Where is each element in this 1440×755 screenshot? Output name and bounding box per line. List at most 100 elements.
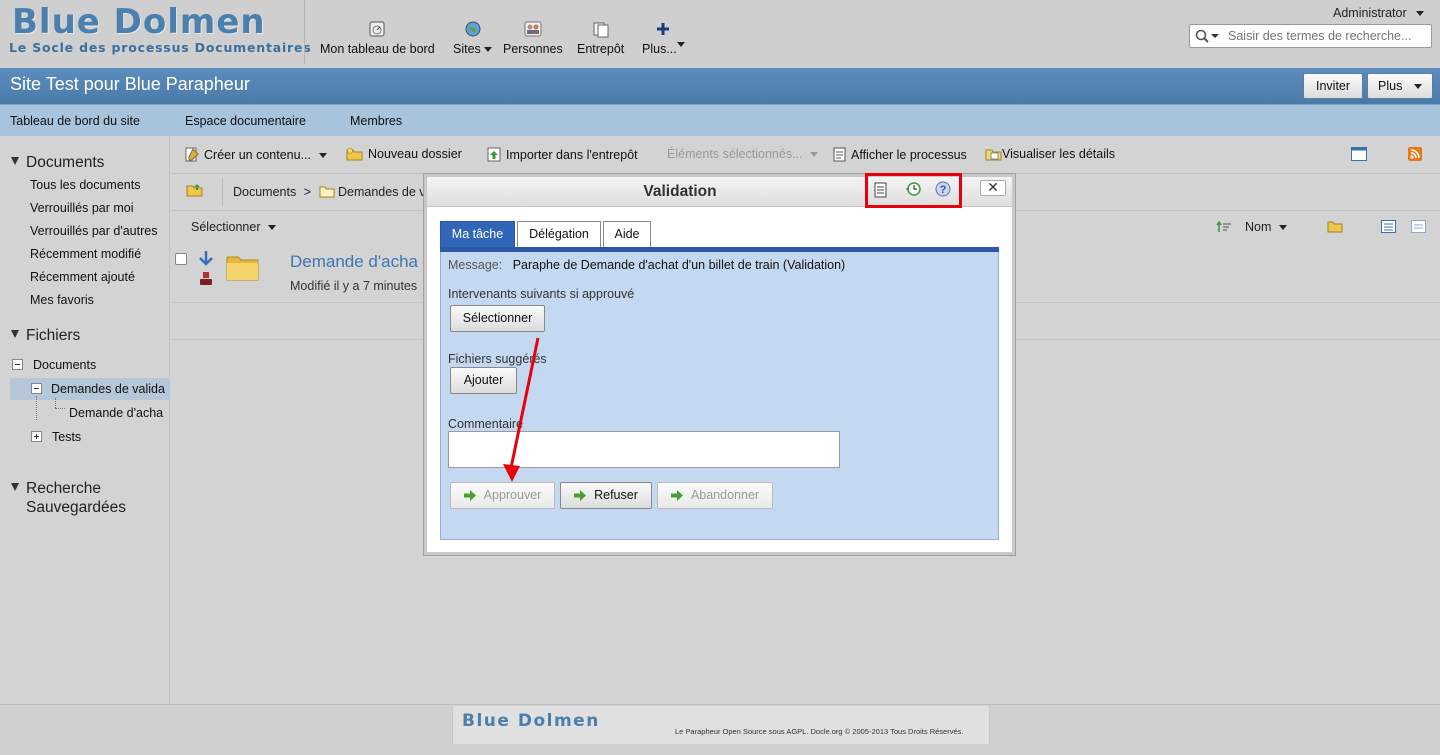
item-checkbox[interactable] [175, 253, 187, 265]
filter-locked-by-others[interactable]: Verrouillés par d'autres [30, 224, 157, 238]
rss-icon[interactable] [1408, 147, 1422, 161]
search-input[interactable] [1228, 28, 1426, 44]
breadcrumb-root[interactable]: Documents [233, 185, 296, 199]
nav-repository-label: Entrepôt [577, 42, 625, 56]
arrow-right-icon [574, 490, 587, 501]
saved-search-label-1: Recherche [26, 480, 101, 497]
show-details-label: Visualiser les détails [1002, 147, 1116, 161]
selected-items-label: Éléments sélectionnés... [667, 147, 803, 161]
layout-toggle-icon[interactable] [1351, 147, 1367, 161]
site-more-button[interactable]: Plus [1367, 73, 1433, 99]
invite-button[interactable]: Inviter [1303, 73, 1364, 99]
breadcrumb-current[interactable]: Demandes de v [338, 185, 426, 199]
chevron-down-icon [1413, 84, 1422, 90]
filter-recently-modified[interactable]: Récemment modifié [30, 247, 141, 261]
nav-sites-label: Sites [453, 42, 481, 56]
site-nav-documents[interactable]: Espace documentaire [185, 114, 306, 128]
filter-recently-added[interactable]: Récemment ajouté [30, 270, 135, 284]
expand-icon [11, 330, 19, 338]
files-heading[interactable]: Fichiers [11, 327, 80, 345]
filter-favorites[interactable]: Mes favoris [30, 293, 94, 307]
breadcrumb-path: Documents > Demandes de v [233, 185, 426, 199]
new-folder-icon [346, 148, 363, 161]
repository-icon [593, 22, 609, 38]
collapse-icon[interactable] [12, 359, 23, 370]
simple-view-icon[interactable] [1411, 220, 1426, 233]
saved-search-label-2: Sauvegardées [26, 499, 126, 516]
approve-label: Approuver [483, 488, 542, 502]
create-content-menu[interactable]: Créer un contenu... [185, 147, 327, 162]
header-divider [304, 0, 305, 64]
show-details-button[interactable]: Visualiser les détails [985, 147, 1115, 161]
show-folders-icon[interactable] [1327, 220, 1343, 233]
dialog-title: Validation [643, 183, 717, 200]
detailed-view-icon[interactable] [1381, 220, 1396, 233]
refuse-button[interactable]: Refuser [560, 482, 652, 509]
nav-people-label: Personnes [503, 42, 563, 56]
plus-icon [657, 23, 670, 35]
create-content-icon [185, 147, 199, 162]
process-icon [833, 147, 846, 162]
selected-items-menu[interactable]: Éléments sélectionnés... [667, 147, 818, 161]
people-icon [524, 21, 542, 37]
tree-node-demande-achat[interactable]: Demande d'acha [69, 406, 167, 420]
app-tagline: Le Socle des processus Documentaires [9, 40, 312, 55]
documents-heading-label: Documents [26, 154, 105, 171]
folder-icon[interactable] [226, 253, 259, 281]
site-nav-dashboard[interactable]: Tableau de bord du site [10, 114, 140, 128]
expand-icon [11, 483, 19, 491]
filter-locked-by-me[interactable]: Verrouillés par moi [30, 201, 134, 215]
expand-icon [11, 157, 19, 165]
saved-search-heading[interactable]: Recherche Sauvegardées [11, 479, 126, 517]
user-menu[interactable]: Administrator [1333, 6, 1425, 20]
footer-logo: Blue Dolmen [462, 711, 600, 731]
annotation-highlight-box [865, 173, 962, 208]
chevron-down-icon [676, 42, 685, 47]
sort-direction-icon[interactable] [1216, 221, 1232, 233]
documents-heading[interactable]: Documents [11, 154, 104, 172]
site-more-label: Plus [1378, 79, 1403, 93]
tree-node-demandes[interactable]: Demandes de valida [51, 382, 167, 396]
nav-more[interactable]: Plus... [642, 20, 685, 56]
import-icon [487, 147, 501, 162]
sort-field-menu[interactable]: Nom [1245, 220, 1287, 234]
chevron-down-icon [484, 47, 493, 53]
nav-dashboard[interactable]: Mon tableau de bord [320, 20, 435, 56]
import-button[interactable]: Importer dans l'entrepôt [487, 147, 638, 162]
abandon-label: Abandonner [690, 488, 760, 502]
filter-all-documents[interactable]: Tous les documents [30, 178, 140, 192]
close-button[interactable]: ✕ [980, 180, 1006, 196]
item-title[interactable]: Demande d'acha [290, 252, 418, 272]
dashboard-icon [369, 21, 385, 37]
workflow-status-icon [199, 251, 213, 285]
show-process-button[interactable]: Afficher le processus [833, 147, 967, 162]
collapse-icon[interactable] [31, 383, 42, 394]
folder-icon [319, 186, 335, 198]
nav-more-label: Plus... [642, 42, 677, 56]
files-heading-label: Fichiers [26, 327, 81, 344]
app-logo[interactable]: Blue Dolmen [12, 2, 266, 42]
folder-up-icon[interactable] [186, 183, 203, 197]
expand-icon[interactable] [31, 431, 42, 442]
tree-connector [55, 398, 56, 408]
chevron-down-icon [1278, 225, 1287, 231]
user-name: Administrator [1333, 6, 1407, 20]
select-menu[interactable]: Sélectionner [191, 220, 276, 234]
nav-sites[interactable]: Sites [453, 20, 493, 56]
tree-node-documents[interactable]: Documents [33, 358, 96, 372]
tab-help[interactable]: Aide [603, 221, 651, 248]
nav-repository[interactable]: Entrepôt [577, 20, 624, 56]
tab-my-task[interactable]: Ma tâche [440, 221, 515, 248]
tree-node-tests[interactable]: Tests [52, 430, 81, 444]
nav-people[interactable]: Personnes [503, 20, 563, 56]
message-value: Paraphe de Demande d'achat d'un billet d… [512, 258, 846, 272]
site-nav-members[interactable]: Membres [350, 114, 402, 128]
search-icon[interactable] [1195, 29, 1221, 46]
select-actors-button[interactable]: Sélectionner [450, 305, 545, 332]
next-actors-label: Intervenants suivants si approuvé [448, 287, 635, 301]
approve-button[interactable]: Approuver [450, 482, 555, 509]
new-folder-button[interactable]: Nouveau dossier [346, 147, 462, 161]
abandon-button[interactable]: Abandonner [657, 482, 773, 509]
search-box[interactable] [1189, 24, 1432, 48]
tab-delegation[interactable]: Délégation [517, 221, 601, 248]
